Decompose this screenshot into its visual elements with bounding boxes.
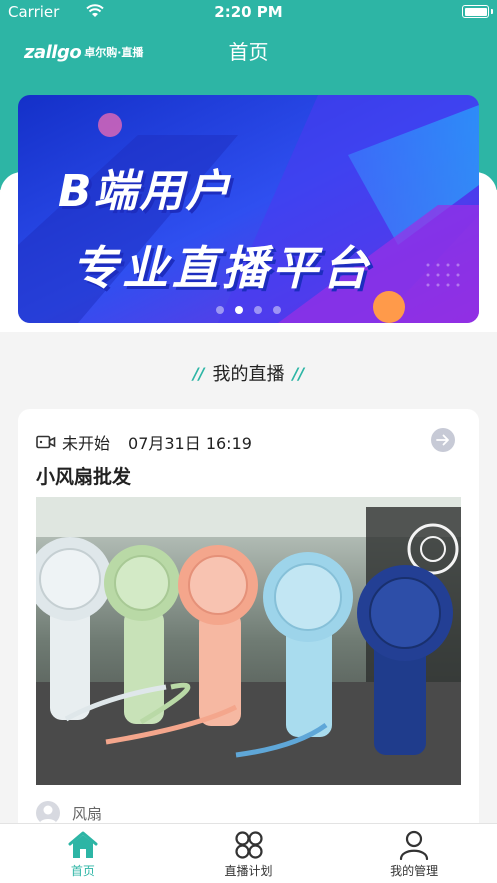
home-icon <box>68 831 98 858</box>
tab-home-label: 首页 <box>70 864 95 878</box>
bottom-tab-bar: 首页 直播计划 我的管理 <box>0 823 497 883</box>
enter-live-button[interactable] <box>431 428 455 452</box>
status-bar: Carrier 2:20 PM <box>0 0 497 24</box>
carousel-dot[interactable] <box>273 306 281 314</box>
tab-live-plan[interactable]: 直播计划 <box>166 824 332 883</box>
live-datetime: 07月31日 16:19 <box>128 434 252 453</box>
live-meta: 未开始 07月31日 16:19 <box>36 430 252 454</box>
banner-headline: B端用户 <box>58 166 232 217</box>
owner-name: 风扇 <box>72 804 103 823</box>
live-status: 未开始 <box>62 434 111 453</box>
banner-subheadline: 专业直播平台 <box>72 241 372 295</box>
carousel-indicator <box>18 306 479 314</box>
battery-icon <box>462 5 489 18</box>
live-cover-image[interactable] <box>36 497 461 785</box>
person-icon <box>39 805 57 825</box>
tab-home[interactable]: 首页 <box>0 824 166 883</box>
carousel-dot[interactable] <box>216 306 224 314</box>
promo-banner[interactable]: B端用户 专业直播平台 <box>18 95 479 323</box>
live-card[interactable]: 未开始 07月31日 16:19 小风扇批发 风扇 <box>18 409 479 839</box>
avatar <box>36 801 60 825</box>
decor-slash-icon: // <box>192 363 205 383</box>
tab-live-plan-label: 直播计划 <box>224 864 273 878</box>
arrow-right-icon <box>436 434 449 446</box>
section-title: 我的直播 <box>212 364 285 385</box>
tab-my-management-label: 我的管理 <box>390 864 439 878</box>
tab-my-management[interactable]: 我的管理 <box>331 824 497 883</box>
section-header: // 我的直播 // <box>0 360 497 386</box>
carousel-dot-active[interactable] <box>235 306 243 314</box>
person-icon <box>400 830 429 860</box>
live-owner: 风扇 <box>36 801 102 825</box>
grid-icon <box>234 831 263 859</box>
clock: 2:20 PM <box>214 3 283 21</box>
video-camera-icon <box>36 435 56 449</box>
page-title: 首页 <box>228 40 269 64</box>
carousel-dot[interactable] <box>254 306 262 314</box>
live-title: 小风扇批发 <box>36 466 132 488</box>
decor-slash-icon: // <box>292 363 305 383</box>
